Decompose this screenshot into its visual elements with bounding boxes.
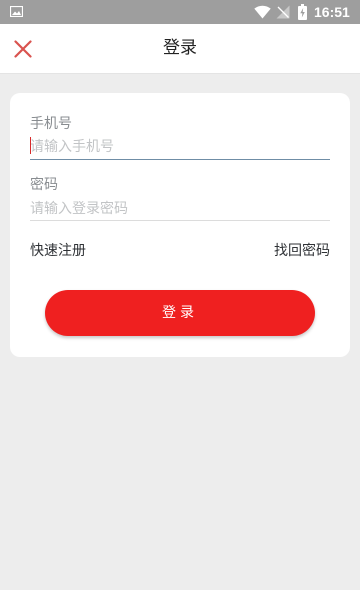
status-time: 16:51 <box>314 4 350 20</box>
phone-label: 手机号 <box>30 116 72 132</box>
phone-input[interactable] <box>30 135 330 159</box>
forgot-password-link[interactable]: 找回密码 <box>274 242 330 260</box>
wifi-icon <box>254 5 271 19</box>
battery-charging-icon <box>298 4 307 20</box>
password-underline <box>30 220 330 221</box>
page-title: 登录 <box>163 38 197 58</box>
password-label: 密码 <box>30 177 58 193</box>
image-icon <box>10 6 23 17</box>
signal-off-icon <box>276 5 290 19</box>
register-link[interactable]: 快速注册 <box>30 242 86 260</box>
login-button[interactable]: 登录 <box>45 290 315 336</box>
header: 登录 <box>0 24 360 74</box>
status-bar: 16:51 <box>0 0 360 24</box>
phone-underline <box>30 159 330 160</box>
text-caret <box>30 137 31 154</box>
login-card: 手机号 密码 快速注册 找回密码 登录 <box>10 93 350 357</box>
password-input[interactable] <box>30 197 330 221</box>
